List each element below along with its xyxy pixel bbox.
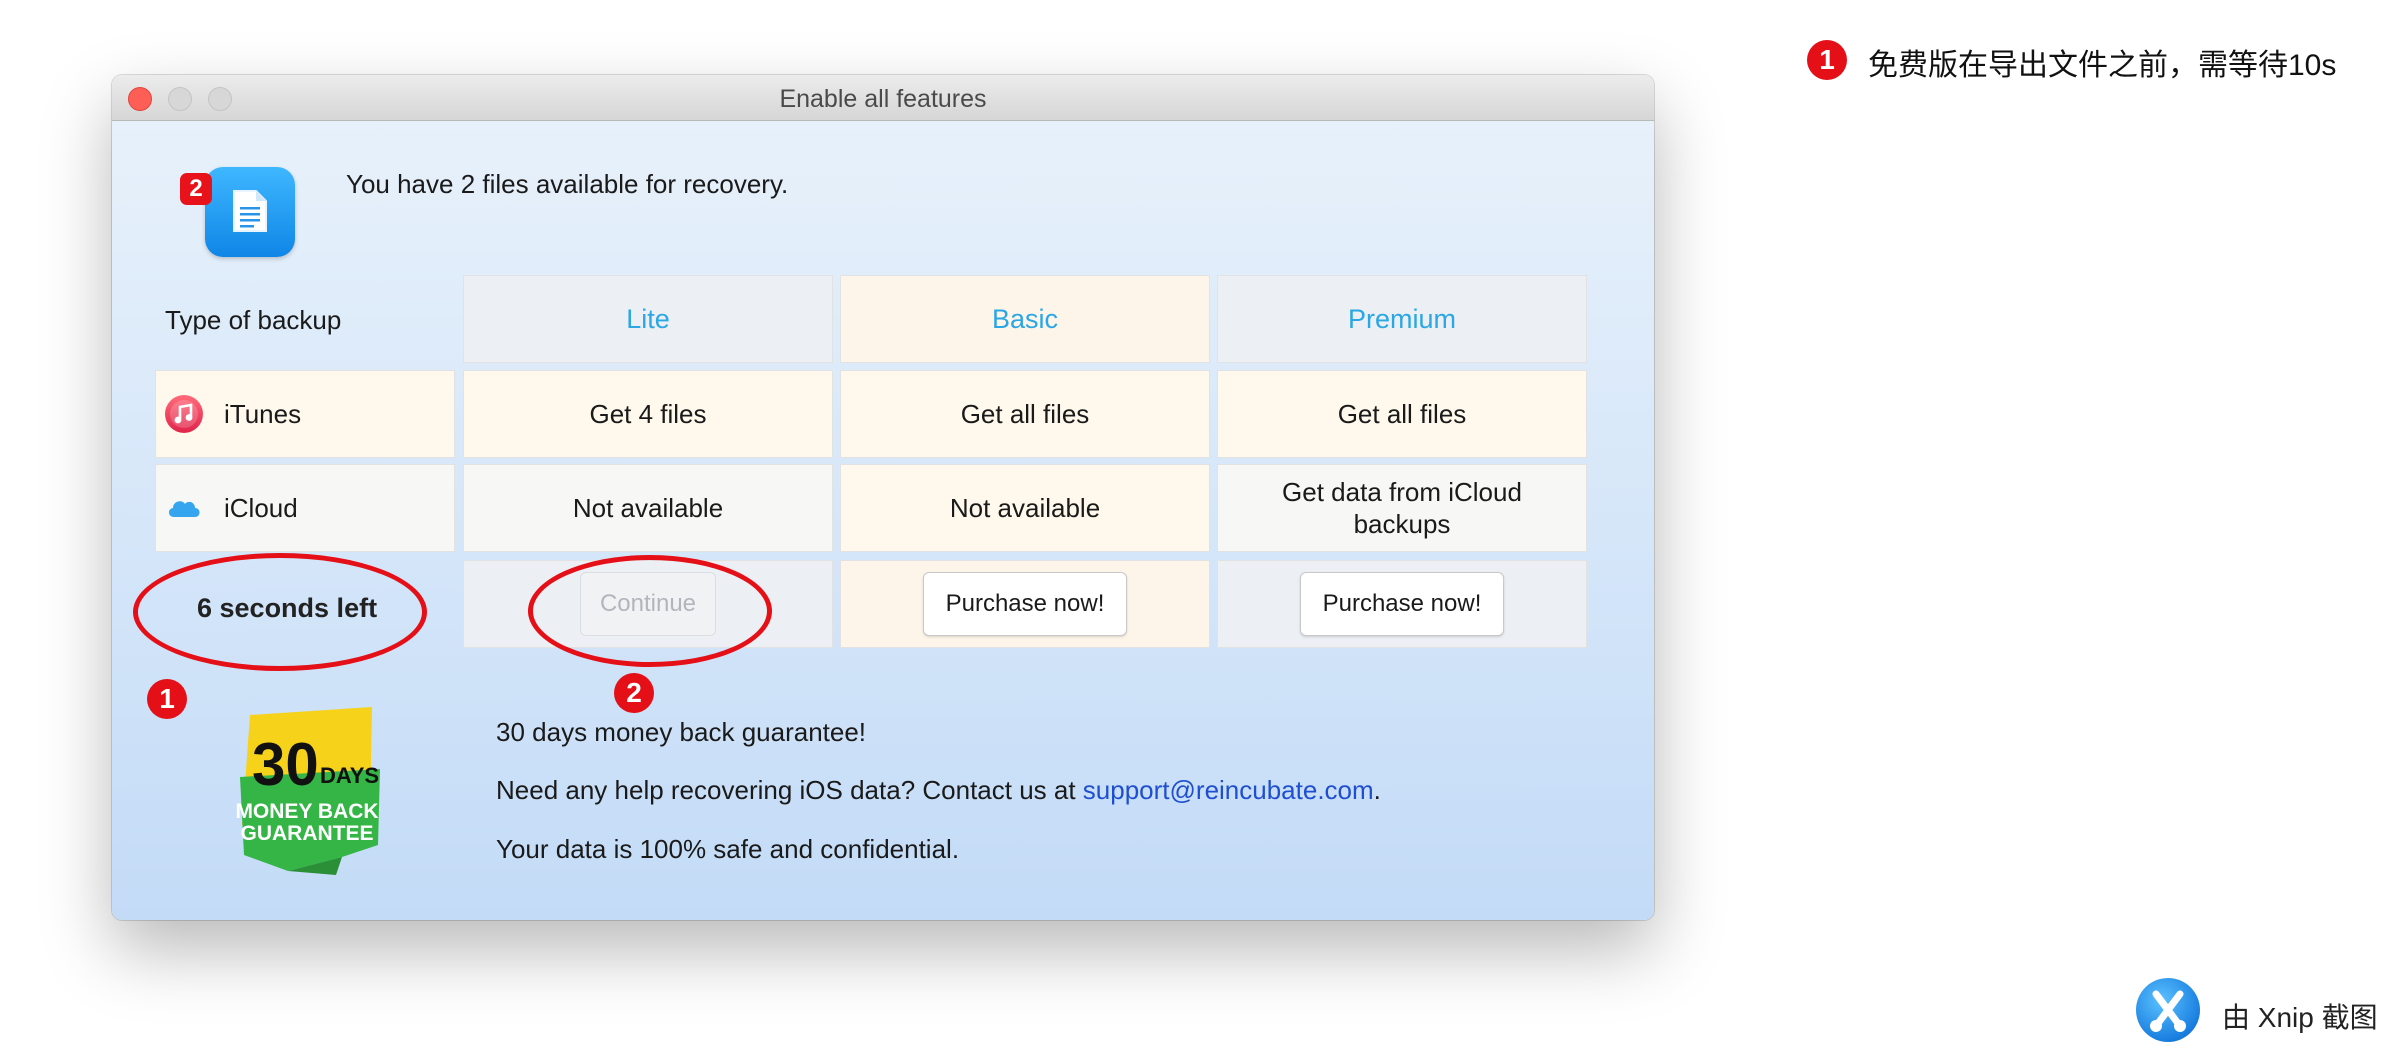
type-of-backup-label: Type of backup <box>165 305 342 335</box>
annotation-marker-2: 2 <box>614 673 654 713</box>
purchase-basic-button[interactable]: Purchase now! <box>923 572 1127 636</box>
annotation-note: 免费版在导出文件之前，需等待10s <box>1868 49 2337 82</box>
annotation-marker-1: 1 <box>147 679 187 719</box>
help-text: Need any help recovering iOS data? Conta… <box>496 775 1381 806</box>
countdown-highlight-ellipse <box>133 553 427 671</box>
money-back-guarantee-badge: 30 DAYS MONEY BACK GUARANTEE <box>235 707 380 875</box>
help-prefix: Need any help recovering iOS data? Conta… <box>496 775 1083 805</box>
icloud-premium-cell: Get data from iCloud backups <box>1217 464 1587 552</box>
purchase-premium-button[interactable]: Purchase now! <box>1300 572 1504 636</box>
file-count-badge: 2 <box>180 173 212 205</box>
note-marker-1: 1 <box>1807 40 1847 80</box>
row-label-icloud: iCloud <box>155 464 455 552</box>
guarantee-text: 30 days money back guarantee! <box>496 717 867 747</box>
support-email-link[interactable]: support@reincubate.com <box>1083 775 1374 805</box>
document-icon <box>205 167 295 257</box>
plan-name: Premium <box>1347 303 1456 334</box>
itunes-icon <box>165 395 203 433</box>
icloud-icon <box>168 501 200 517</box>
basic-action-cell: Purchase now! <box>840 560 1210 648</box>
plan-header-premium: Premium <box>1217 275 1587 363</box>
itunes-premium-cell: Get all files <box>1217 370 1587 458</box>
icloud-basic-cell: Not available <box>840 464 1210 552</box>
window-title: Enable all features <box>779 85 987 113</box>
row-label-itunes: iTunes <box>155 370 455 458</box>
upgrade-dialog: Enable all features 2 You have 2 files a… <box>112 75 1654 920</box>
recovery-message: You have 2 files available for recovery. <box>346 169 789 199</box>
safety-text: Your data is 100% safe and confidential. <box>496 834 960 864</box>
xnip-logo-icon <box>2136 978 2200 1042</box>
row-label-text: iTunes <box>224 398 302 429</box>
title-bar[interactable]: Enable all features <box>112 75 1654 121</box>
badge-guarantee: GUARANTEE <box>240 822 373 845</box>
itunes-basic-cell: Get all files <box>840 370 1210 458</box>
icloud-lite-cell: Not available <box>463 464 833 552</box>
continue-highlight-ellipse <box>528 555 772 667</box>
badge-number: 30 <box>252 731 319 798</box>
plan-header-basic: Basic <box>840 275 1210 363</box>
premium-action-cell: Purchase now! <box>1217 560 1587 648</box>
row-label-text: iCloud <box>224 492 298 523</box>
xnip-watermark: 由 Xnip 截图 <box>2222 1002 2378 1033</box>
help-suffix: . <box>1373 775 1381 805</box>
itunes-lite-cell: Get 4 files <box>463 370 833 458</box>
plan-name: Lite <box>626 303 670 334</box>
badge-days: DAYS <box>320 763 379 788</box>
plan-name: Basic <box>991 303 1059 334</box>
plan-header-lite: Lite <box>463 275 833 363</box>
badge-money-back: MONEY BACK <box>235 800 378 823</box>
